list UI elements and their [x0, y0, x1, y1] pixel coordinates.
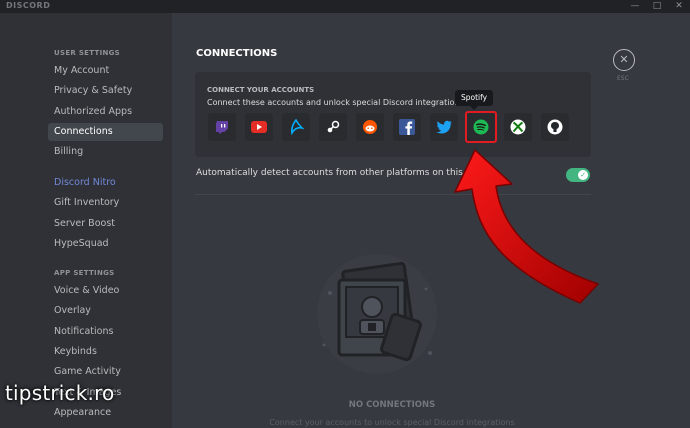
annotation-arrow — [454, 149, 599, 304]
watermark-text: tipstrick.ro — [5, 381, 115, 405]
